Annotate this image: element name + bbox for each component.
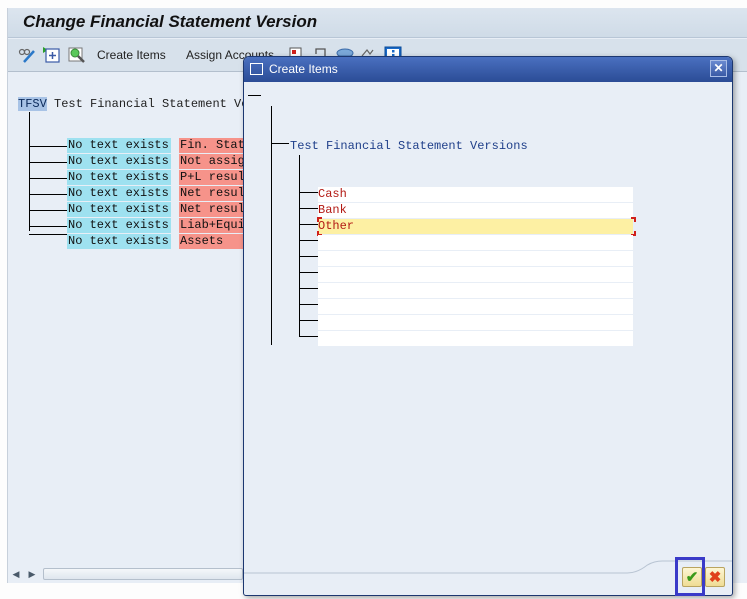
tree-node[interactable]: No text exists Net result: loss	[8, 202, 250, 217]
parent-node-label[interactable]: Test Financial Statement Versions	[290, 139, 528, 153]
dialog-title: Create Items	[269, 62, 338, 76]
find-icon[interactable]	[68, 46, 86, 64]
item-row[interactable]	[299, 331, 633, 346]
root-key[interactable]: TFSV	[18, 97, 47, 111]
focus-highlight	[675, 557, 705, 596]
item-row[interactable]	[299, 251, 633, 266]
tree-node[interactable]: No text exists Net result: profit	[8, 186, 250, 201]
footer-divider	[244, 560, 732, 574]
tree-node[interactable]: No text exists Assets	[8, 234, 250, 249]
item-row[interactable]	[299, 283, 633, 298]
create-items-dialog: Create Items ✕ Test Financial Statement …	[243, 56, 733, 596]
dialog-body: Test Financial Statement Versions Cash B…	[244, 82, 732, 572]
close-icon[interactable]: ✕	[710, 60, 727, 77]
tree-node[interactable]: No text exists Not assigned	[8, 154, 250, 169]
scroll-thumb[interactable]	[43, 568, 243, 580]
scroll-right-icon[interactable]: ▶	[26, 567, 38, 581]
expand-node-icon[interactable]	[43, 46, 61, 64]
item-row[interactable]	[299, 315, 633, 330]
item-row[interactable]	[299, 267, 633, 282]
item-row[interactable]: Bank	[299, 203, 633, 218]
display-change-icon[interactable]	[18, 46, 36, 64]
tree-node[interactable]: No text exists P+L result	[8, 170, 250, 185]
dialog-window-icon	[250, 63, 263, 75]
item-row[interactable]	[299, 299, 633, 314]
tree-line	[299, 155, 300, 336]
create-items-button[interactable]: Create Items	[97, 48, 166, 62]
tree-node[interactable]: No text exists Liab+Equity	[8, 218, 250, 233]
item-row-selected[interactable]: Other	[299, 217, 636, 236]
page-title: Change Financial Statement Version	[23, 12, 318, 31]
horizontal-scrollbar[interactable]: ◀ ▶	[7, 567, 247, 581]
tree-line	[271, 143, 289, 144]
tree-node[interactable]: No text exists Fin. Statement notes	[8, 138, 250, 153]
tree-line	[271, 106, 272, 345]
cancel-icon[interactable]: ✖	[705, 567, 725, 587]
scroll-left-icon[interactable]: ◀	[10, 567, 22, 581]
item-row[interactable]: Cash	[299, 187, 633, 202]
item-row[interactable]	[299, 235, 633, 250]
tree-line	[248, 95, 261, 96]
dialog-title-bar: Create Items ✕	[244, 57, 732, 82]
title-bar: Change Financial Statement Version	[8, 8, 747, 38]
